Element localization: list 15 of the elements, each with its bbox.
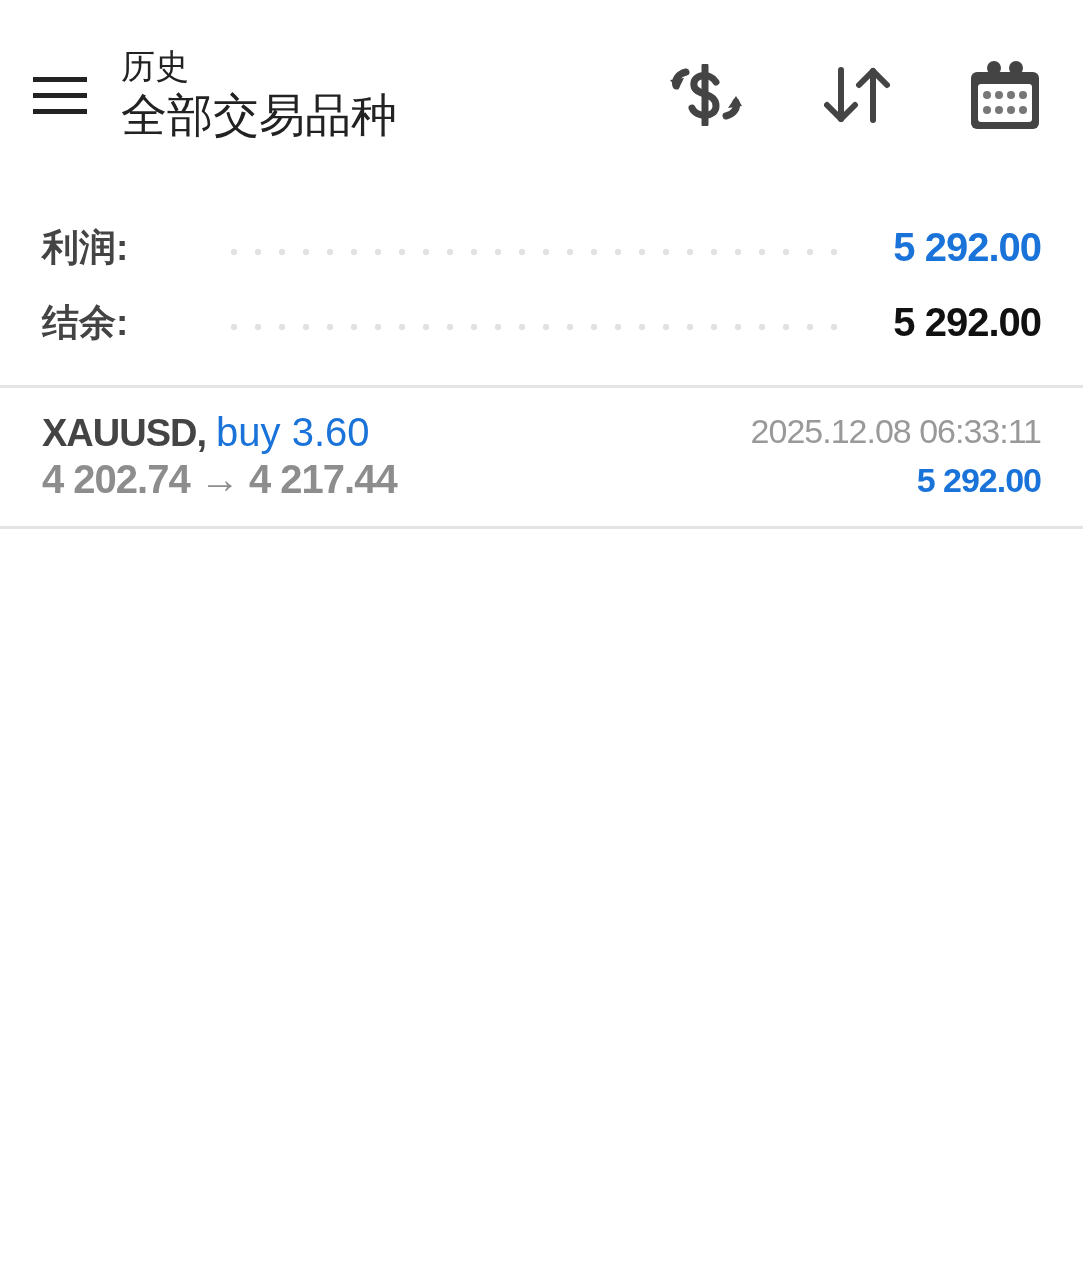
screen-title: 历史 (121, 46, 190, 86)
symbol-filter[interactable]: 全部交易品种 (121, 86, 636, 144)
sort-icon[interactable] (824, 67, 890, 123)
currency-exchange-icon[interactable] (670, 64, 744, 126)
summary-value: 5 292.00 (893, 225, 1041, 270)
summary-label: 结余: (42, 300, 130, 345)
price-range: 4 202.74 → 4 217.44 (42, 457, 397, 502)
trade-volume: buy 3.60 (216, 410, 370, 455)
symbol-name: XAUUSD, (42, 412, 207, 455)
summary-label: 利润: (42, 225, 130, 270)
menu-icon[interactable] (33, 75, 87, 115)
trade-time: 2025.12.08 06:33:11 (750, 412, 1041, 451)
calendar-icon[interactable] (970, 60, 1040, 130)
trade-profit: 5 292.00 (916, 461, 1041, 500)
summary-value: 5 292.00 (893, 300, 1041, 345)
